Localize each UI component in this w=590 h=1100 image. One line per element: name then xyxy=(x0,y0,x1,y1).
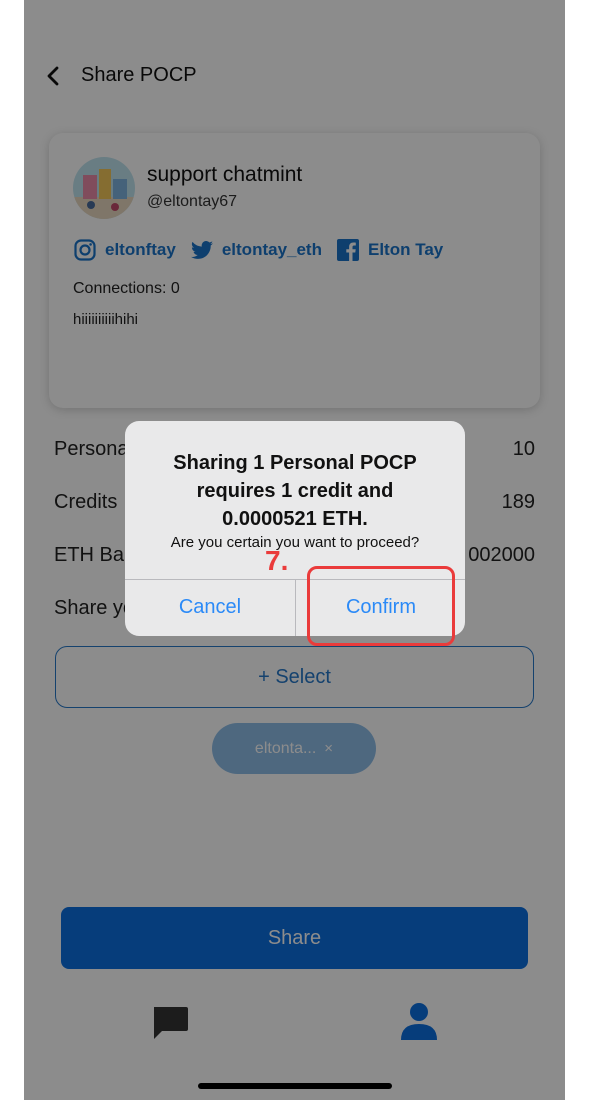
app-screen: Share POCP support chatmint @eltontay67 xyxy=(24,0,565,1100)
dialog-title-line: Sharing 1 Personal POCP xyxy=(173,452,417,474)
step-number-annotation: 7. xyxy=(265,545,289,576)
dialog-title: Sharing 1 Personal POCP requires 1 credi… xyxy=(125,449,465,533)
dialog-title-line: requires 1 credit and xyxy=(196,480,394,502)
dialog-message: Are you certain you want to proceed? xyxy=(170,534,420,551)
highlight-box xyxy=(307,566,455,646)
cancel-button[interactable]: Cancel xyxy=(125,579,295,636)
dialog-title-line: 0.0000521 ETH. xyxy=(222,508,368,530)
